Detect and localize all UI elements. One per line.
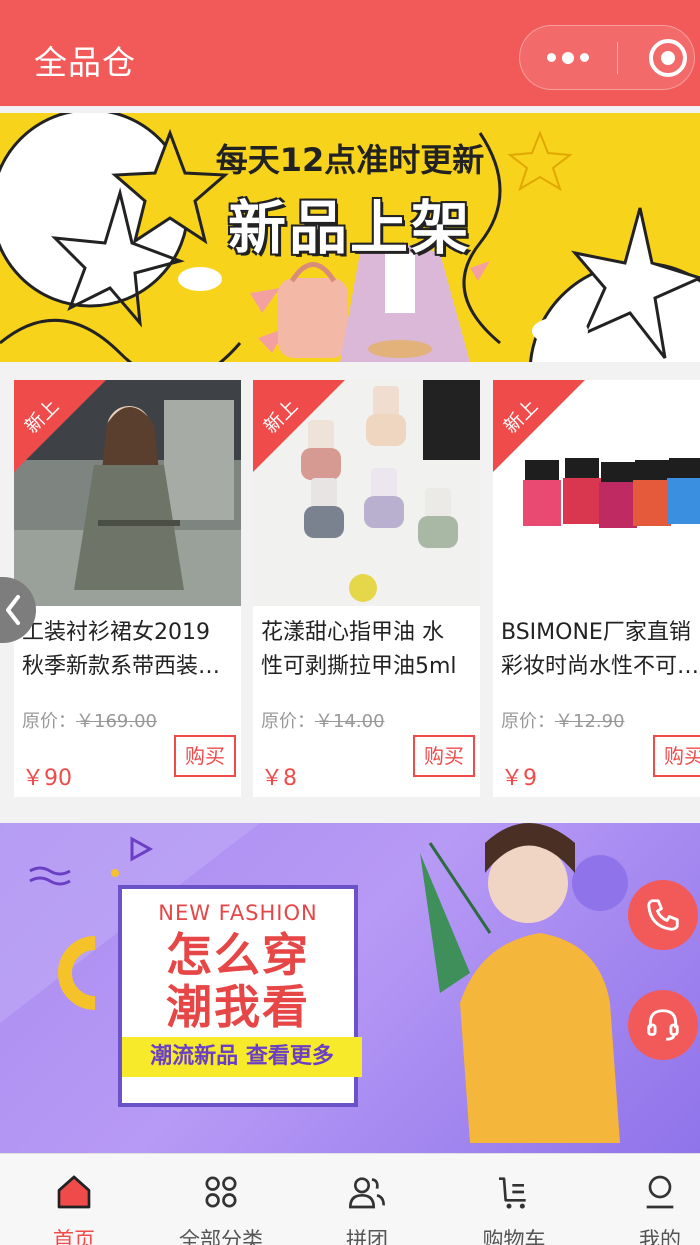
tab-my-account[interactable]: 我的 (590, 1154, 700, 1245)
original-price-value: ￥12.90 (555, 711, 625, 732)
sale-price: ￥90 (22, 766, 72, 791)
phone-icon (647, 899, 679, 931)
tab-label: 拼团 (346, 1228, 388, 1245)
tab-label: 购物车 (482, 1228, 546, 1245)
original-price-value: ￥169.00 (76, 711, 157, 732)
capsule-divider (617, 42, 618, 74)
original-price: 原价：￥169.00 (22, 707, 157, 733)
product-name-line: 性可剥撕拉甲油5ml (261, 654, 457, 679)
close-miniprogram-button[interactable] (649, 39, 687, 77)
dot-icon (547, 53, 556, 62)
headset-icon (647, 1009, 679, 1041)
product-image: 新上 (493, 380, 700, 606)
new-arrivals-banner[interactable]: 每天12点准时更新 新品上架 (0, 113, 700, 362)
product-card[interactable]: 新上 花漾甜心指甲油 水 性可剥撕拉甲油5ml 原价：￥14.00 ￥8 购买 (253, 380, 480, 797)
dot-icon (562, 51, 574, 64)
phone-call-button[interactable] (628, 880, 698, 950)
tab-label: 全部分类 (179, 1228, 263, 1245)
buy-button[interactable]: 购买 (413, 735, 475, 777)
more-options-button[interactable] (520, 26, 616, 89)
top-navigation-bar: 全品仓 (0, 0, 700, 106)
product-card[interactable]: 新上 工装衬衫裙女2019 秋季新款系带西装… 原价：￥169.00 ￥90 购… (14, 380, 241, 797)
banner-subtitle: 每天12点准时更新 (215, 141, 485, 179)
buy-button[interactable]: 购买 (174, 735, 236, 777)
promo-ribbon: 潮流新品 查看更多 (122, 1037, 362, 1077)
tab-home[interactable]: 首页 (4, 1154, 144, 1245)
promo-english-text: NEW FASHION (158, 901, 318, 925)
original-price-label: 原价： (22, 711, 76, 732)
fashion-promo-banner[interactable]: NEW FASHION 怎么穿 潮我看 潮流新品 查看更多 (0, 823, 700, 1153)
sale-price: ￥9 (501, 766, 537, 791)
new-products-carousel: 新上 工装衬衫裙女2019 秋季新款系带西装… 原价：￥169.00 ￥90 购… (0, 362, 700, 814)
original-price-label: 原价： (261, 711, 315, 732)
mini-program-capsule (519, 25, 695, 90)
tab-label: 我的 (639, 1228, 681, 1245)
promo-headline-line: 怎么穿 (166, 928, 310, 982)
tab-all-categories[interactable]: 全部分类 (151, 1154, 291, 1245)
sale-price: ￥8 (261, 766, 297, 791)
target-icon (661, 51, 675, 65)
home-icon (57, 1175, 91, 1209)
customer-service-button[interactable] (628, 990, 698, 1060)
original-price: 原价：￥12.90 (501, 707, 625, 733)
page-title: 全品仓 (34, 43, 136, 82)
user-icon (646, 1175, 674, 1209)
original-price-label: 原价： (501, 711, 555, 732)
carousel-prev-button[interactable] (0, 577, 36, 643)
product-name-line: BSIMONE厂家直销 (501, 620, 691, 645)
original-price-value: ￥14.00 (315, 711, 385, 732)
product-name: BSIMONE厂家直销 彩妆时尚水性不可… (501, 616, 700, 684)
product-name-line: 花漾甜心指甲油 水 (261, 620, 444, 645)
bottom-tab-bar: 首页 全部分类 拼团 购物车 我的 (0, 1153, 700, 1245)
product-image: 新上 (253, 380, 480, 606)
product-image: 新上 (14, 380, 241, 606)
product-name-line: 工装衬衫裙女2019 (22, 620, 210, 645)
promo-headline-line: 潮我看 (166, 980, 310, 1034)
banner-headline: 新品上架 (227, 194, 472, 262)
dot-icon (580, 53, 589, 62)
group-icon (348, 1177, 385, 1209)
product-name-line: 秋季新款系带西装… (22, 654, 221, 679)
chevron-left-icon (6, 595, 20, 625)
original-price: 原价：￥14.00 (261, 707, 385, 733)
tab-cart[interactable]: 购物车 (444, 1154, 584, 1245)
buy-button[interactable]: 购买 (653, 735, 700, 777)
tab-label: 首页 (53, 1228, 95, 1245)
product-name: 工装衬衫裙女2019 秋季新款系带西装… (22, 616, 238, 684)
promo-headline: 怎么穿 潮我看 (122, 929, 354, 1033)
tab-group-buy[interactable]: 拼团 (297, 1154, 437, 1245)
promo-frame: NEW FASHION 怎么穿 潮我看 潮流新品 查看更多 (118, 885, 362, 1107)
grid-icon (205, 1176, 237, 1208)
product-name-line: 彩妆时尚水性不可… (501, 654, 700, 679)
product-name: 花漾甜心指甲油 水 性可剥撕拉甲油5ml (261, 616, 477, 684)
product-card[interactable]: 新上 BSIMONE厂家直销 彩妆时尚水性不可… 原价：￥12.90 ￥9 购买 (493, 380, 700, 797)
cart-icon (499, 1177, 526, 1209)
